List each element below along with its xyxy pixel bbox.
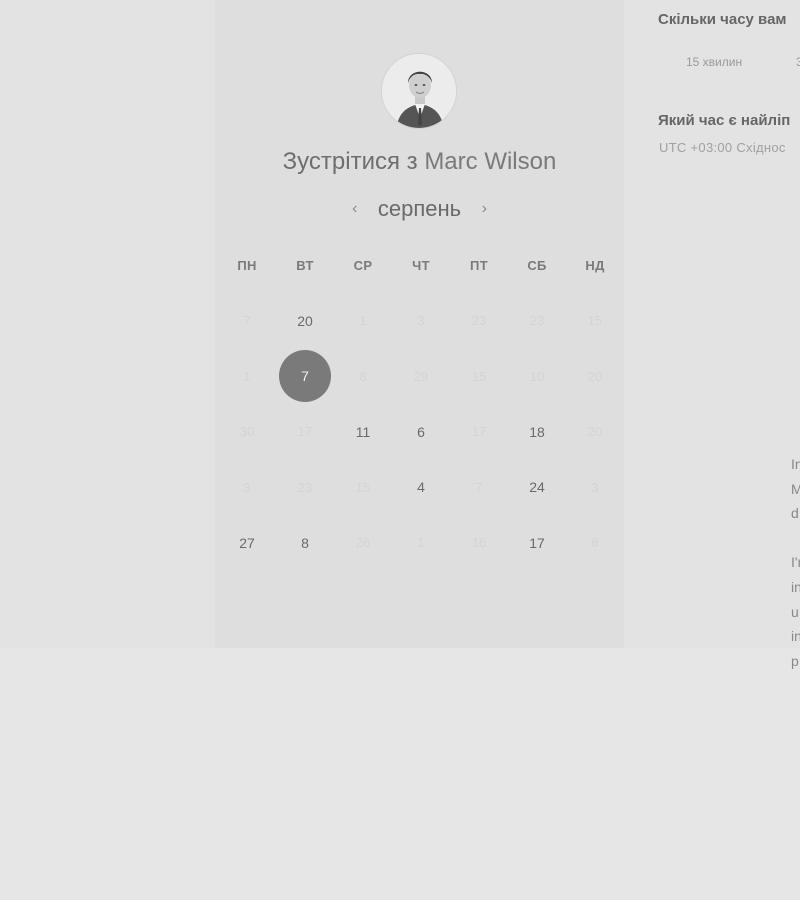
unavailable-date: 20 [587, 368, 603, 384]
current-month: серпень [377, 196, 462, 221]
unavailable-date: 10 [529, 368, 545, 384]
host-avatar [381, 53, 457, 129]
unavailable-date: 15 [587, 313, 603, 329]
host-name: Marc Wilson [424, 148, 557, 175]
unavailable-date: 30 [239, 424, 255, 440]
available-date[interactable]: 20 [276, 293, 334, 349]
calendar-week-row: 1 7 8 29 15 10 20 [218, 349, 624, 405]
unavailable-date: 8 [359, 368, 367, 384]
calendar-week-row: 7 20 1 3 23 23 15 [218, 293, 624, 349]
description-line: d [791, 505, 799, 521]
description-line: in [791, 628, 800, 644]
available-date[interactable]: 11 [334, 404, 392, 460]
available-date[interactable]: 27 [218, 515, 276, 571]
weekday-tue: ВТ [296, 258, 314, 273]
unavailable-date: 15 [355, 479, 371, 495]
unavailable-date: 26 [355, 535, 371, 551]
selected-date-label: 7 [279, 350, 331, 403]
available-date[interactable]: 17 [508, 515, 566, 571]
weekday-wed: СР [353, 258, 373, 273]
booking-title: Зустрітися з Marc Wilson [215, 148, 624, 176]
weekday-sun: НД [585, 258, 605, 273]
description-line: I'r [791, 554, 800, 570]
unavailable-date: 29 [413, 368, 429, 384]
host-photo [382, 54, 456, 128]
description-line: in [791, 579, 800, 595]
available-date[interactable]: 6 [392, 404, 450, 460]
unavailable-date: 17 [297, 424, 313, 440]
month-navigator: ‹ серпень › [215, 196, 624, 226]
unavailable-date: 17 [471, 424, 487, 440]
duration-option-next[interactable]: 3 [796, 55, 800, 69]
duration-question: Скільки часу вам [658, 11, 787, 28]
description-line: u [791, 604, 799, 620]
unavailable-date: 1 [417, 535, 425, 551]
unavailable-date: 6 [591, 535, 599, 551]
weekday-mon: ПН [237, 258, 257, 273]
calendar-week-row: 27 8 26 1 16 17 6 [218, 515, 624, 571]
weekday-sat: СБ [527, 258, 547, 273]
unavailable-date: 7 [243, 313, 251, 329]
unavailable-date: 7 [475, 479, 483, 495]
chevron-right-icon[interactable]: › [472, 200, 497, 218]
unavailable-date: 15 [471, 368, 487, 384]
unavailable-date: 3 [243, 479, 251, 495]
unavailable-date: 3 [591, 479, 599, 495]
description-line: M [791, 481, 800, 497]
available-date[interactable]: 18 [508, 404, 566, 460]
unavailable-date: 23 [297, 479, 313, 495]
duration-option-15[interactable]: 15 хвилин [686, 55, 742, 69]
available-date[interactable]: 4 [392, 460, 450, 516]
weekday-thu: ЧТ [412, 258, 430, 273]
unavailable-date: 23 [529, 313, 545, 329]
calendar-week-row: 30 17 11 6 17 18 20 [218, 404, 624, 460]
available-date[interactable]: 8 [276, 515, 334, 571]
unavailable-date: 1 [359, 313, 367, 329]
calendar-grid: 7 20 1 3 23 23 15 1 7 8 29 15 10 20 30 17 11 6 17 18 20 3 23 15… [218, 293, 624, 571]
title-prefix: Зустрітися з [282, 148, 418, 175]
weekday-fri: ПТ [470, 258, 488, 273]
timezone-selector[interactable]: UTC +03:00 Східнос [659, 140, 786, 155]
unavailable-date: 3 [417, 313, 425, 329]
weekday-header: ПН ВТ СР ЧТ ПТ СБ НД [218, 258, 624, 273]
unavailable-date: 20 [587, 424, 603, 440]
booking-details-panel: Скільки часу вам 15 хвилин 3 Який час є … [658, 0, 800, 900]
unavailable-date: 16 [471, 535, 487, 551]
unavailable-date: 23 [471, 313, 487, 329]
chevron-left-icon[interactable]: ‹ [342, 200, 367, 218]
time-question: Який час є найліп [658, 112, 791, 129]
selected-date[interactable]: 7 [276, 349, 334, 405]
description-line: In [791, 456, 800, 472]
description-line: p [791, 653, 799, 669]
unavailable-date: 1 [243, 368, 251, 384]
available-date[interactable]: 24 [508, 460, 566, 516]
calendar-week-row: 3 23 15 4 7 24 3 [218, 460, 624, 516]
